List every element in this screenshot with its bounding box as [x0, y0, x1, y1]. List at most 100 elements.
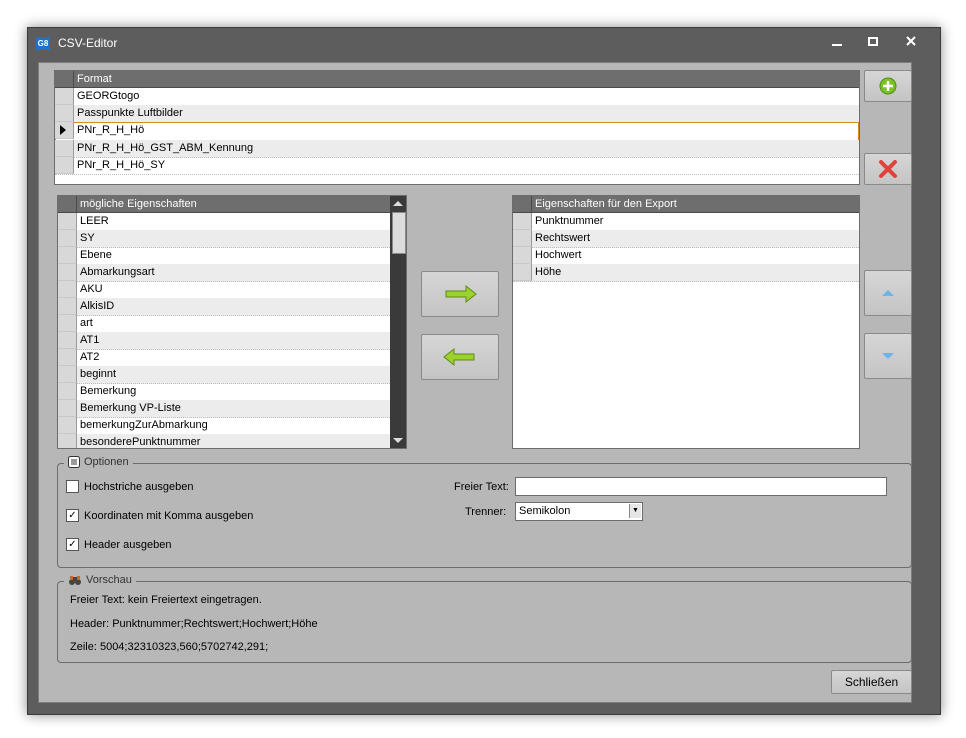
possible-property-cell: art [80, 317, 93, 329]
possible-property-cell: Bemerkung [80, 385, 137, 397]
arrow-right-icon [445, 284, 477, 304]
dialog-client-area: Format GEORGtogo Passpunkte Luftbilder P… [38, 62, 912, 703]
possible-property-row[interactable]: beginnt [58, 366, 406, 384]
row-selector[interactable] [55, 140, 74, 157]
trenner-label: Trenner: [465, 506, 507, 518]
row-selector[interactable] [58, 434, 77, 448]
possible-property-row[interactable]: AKU [58, 281, 406, 299]
preview-free-text-line: Freier Text: kein Freiertext eingetragen… [70, 594, 262, 606]
export-properties-column-header[interactable]: Eigenschaften für den Export [535, 198, 677, 210]
export-property-row[interactable]: Punktnummer [513, 213, 859, 231]
possible-property-cell: beginnt [80, 368, 117, 380]
format-row[interactable]: GEORGtogo [55, 88, 859, 106]
header-label[interactable]: Header ausgeben [84, 539, 171, 551]
minimize-button[interactable] [820, 33, 854, 53]
row-selector[interactable] [58, 213, 77, 230]
add-format-button[interactable] [864, 70, 912, 102]
row-selector[interactable] [513, 230, 532, 247]
possible-property-row[interactable]: besonderePunktnummer [58, 434, 406, 448]
chevron-down-icon[interactable]: ▼ [629, 504, 641, 518]
delete-format-button[interactable] [864, 153, 912, 185]
export-property-row[interactable]: Höhe [513, 264, 859, 282]
row-selector[interactable] [58, 417, 77, 434]
row-selector[interactable] [58, 281, 77, 298]
format-row[interactable]: Passpunkte Luftbilder [55, 105, 859, 123]
header-row-selector [58, 196, 77, 212]
row-selector[interactable] [513, 264, 532, 281]
title-bar[interactable]: G8 CSV-Editor [28, 28, 940, 58]
row-selector[interactable] [513, 247, 532, 264]
row-selector[interactable] [58, 298, 77, 315]
scroll-thumb[interactable] [392, 212, 406, 254]
possible-property-row[interactable]: art [58, 315, 406, 333]
options-legend-text: Optionen [84, 456, 129, 468]
row-selector[interactable] [58, 315, 77, 332]
move-right-button[interactable] [421, 271, 499, 317]
export-property-row[interactable]: Hochwert [513, 247, 859, 265]
app-icon: G8 [36, 37, 50, 50]
export-property-row[interactable]: Rechtswert [513, 230, 859, 248]
close-button-label: Schließen [844, 675, 899, 689]
scroll-up-icon[interactable] [393, 201, 403, 206]
possible-property-row[interactable]: AT2 [58, 349, 406, 367]
move-down-button[interactable] [864, 333, 912, 379]
possible-property-row[interactable]: Bemerkung [58, 383, 406, 401]
row-selector[interactable] [55, 122, 74, 139]
format-row-selected[interactable]: PNr_R_H_Hö [55, 122, 859, 141]
close-window-button[interactable] [894, 33, 928, 53]
possible-property-cell: bemerkungZurAbmarkung [80, 419, 208, 431]
koordinaten-komma-label[interactable]: Koordinaten mit Komma ausgeben [84, 510, 253, 522]
possible-property-row[interactable]: AlkisID [58, 298, 406, 316]
preview-row-line: Zeile: 5004;32310323,560;5702742,291; [70, 641, 269, 653]
delete-x-icon [879, 160, 897, 178]
options-legend: Optionen [64, 456, 133, 468]
row-selector[interactable] [58, 383, 77, 400]
export-properties-grid[interactable]: Eigenschaften für den Export Punktnummer… [512, 195, 860, 449]
scroll-down-icon[interactable] [393, 438, 403, 443]
format-grid[interactable]: Format GEORGtogo Passpunkte Luftbilder P… [54, 70, 860, 185]
row-selector[interactable] [58, 400, 77, 417]
freier-text-input[interactable] [515, 477, 887, 496]
hochstriche-label[interactable]: Hochstriche ausgeben [84, 481, 193, 493]
possible-property-row[interactable]: AT1 [58, 332, 406, 350]
format-row[interactable]: PNr_R_H_Hö_GST_ABM_Kennung [55, 140, 859, 158]
window-title: CSV-Editor [58, 36, 118, 50]
export-property-cell: Punktnummer [535, 215, 604, 227]
possible-property-cell: Bemerkung VP-Liste [80, 402, 181, 414]
possible-property-row[interactable]: SY [58, 230, 406, 248]
row-selector[interactable] [58, 366, 77, 383]
row-selector[interactable] [58, 264, 77, 281]
possible-property-row[interactable]: Ebene [58, 247, 406, 265]
row-selector[interactable] [58, 349, 77, 366]
possible-property-row[interactable]: LEER [58, 213, 406, 231]
maximize-button[interactable] [856, 33, 890, 53]
possible-properties-column-header[interactable]: mögliche Eigenschaften [80, 198, 197, 210]
header-checkbox[interactable]: ✓ [66, 538, 79, 551]
row-selector[interactable] [55, 157, 74, 174]
row-selector[interactable] [58, 247, 77, 264]
koordinaten-komma-checkbox[interactable]: ✓ [66, 509, 79, 522]
move-left-button[interactable] [421, 334, 499, 380]
possible-properties-grid[interactable]: mögliche Eigenschaften LEER SY Ebene Abmark… [57, 195, 407, 449]
possible-property-row[interactable]: bemerkungZurAbmarkung [58, 417, 406, 435]
header-row-selector [55, 71, 74, 87]
possible-grid-header: mögliche Eigenschaften [58, 196, 390, 213]
row-selector[interactable] [55, 105, 74, 122]
format-column-header[interactable]: Format [77, 73, 112, 85]
row-selector[interactable] [55, 88, 74, 105]
format-row[interactable]: PNr_R_H_Hö_SY [55, 157, 859, 175]
row-selector[interactable] [58, 332, 77, 349]
possible-grid-scrollbar[interactable] [390, 196, 406, 448]
trenner-select[interactable]: Semikolon ▼ [515, 502, 643, 521]
possible-property-cell: Ebene [80, 249, 112, 261]
close-button[interactable]: Schließen [831, 670, 912, 694]
move-up-button[interactable] [864, 270, 912, 316]
row-selector[interactable] [513, 213, 532, 230]
export-grid-header: Eigenschaften für den Export [513, 196, 859, 213]
possible-property-row[interactable]: Bemerkung VP-Liste [58, 400, 406, 418]
row-selector[interactable] [58, 230, 77, 247]
trenner-selected-value: Semikolon [519, 505, 571, 517]
preview-legend: Vorschau [64, 574, 136, 586]
hochstriche-checkbox[interactable] [66, 480, 79, 493]
possible-property-row[interactable]: Abmarkungsart [58, 264, 406, 282]
